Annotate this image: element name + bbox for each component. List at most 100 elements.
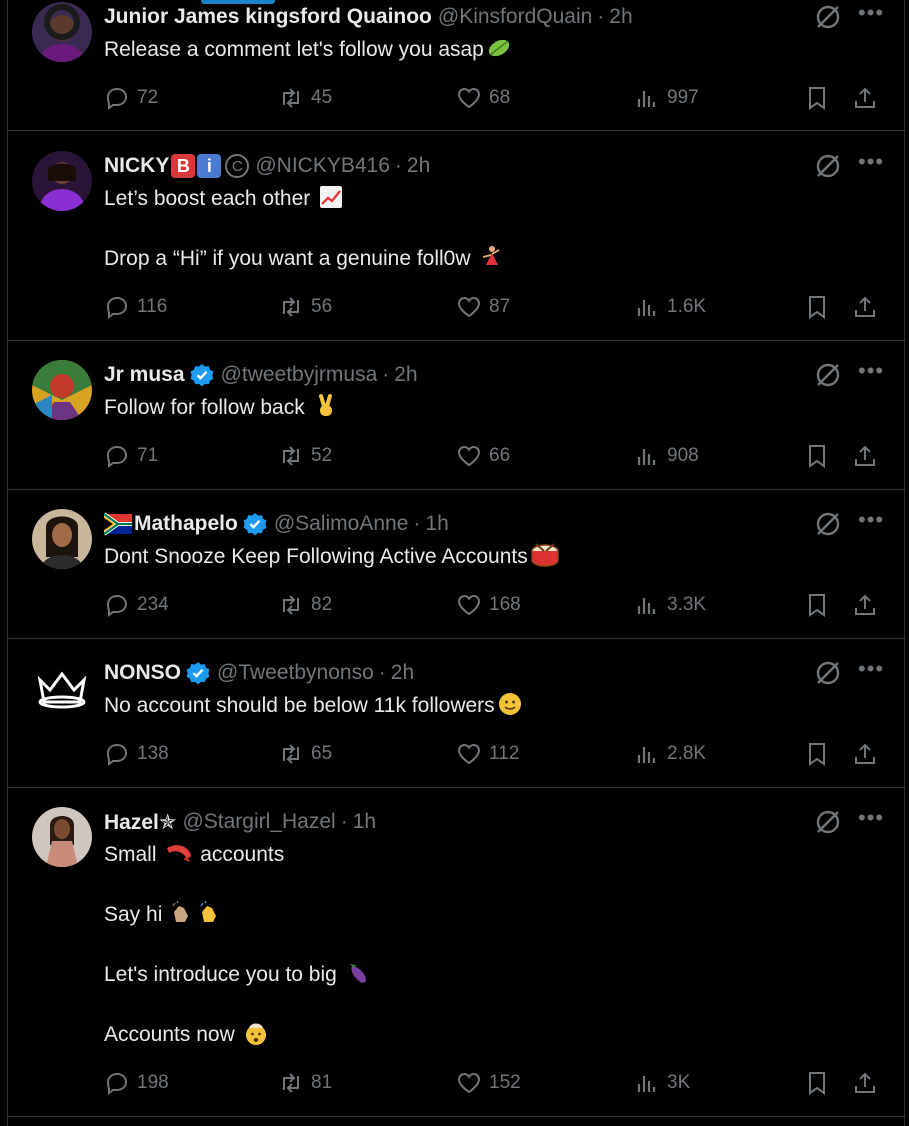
display-name[interactable]: NICKY xyxy=(104,154,169,178)
repost-icon xyxy=(283,297,299,317)
display-name[interactable]: NONSO xyxy=(104,661,181,685)
share-button[interactable] xyxy=(852,292,885,322)
repost-button[interactable]: 56 xyxy=(278,292,332,322)
share-button[interactable] xyxy=(852,83,885,113)
reply-button[interactable]: 198 xyxy=(104,1068,169,1098)
display-name[interactable]: Jr musa xyxy=(104,363,185,387)
reply-button[interactable]: 116 xyxy=(104,292,167,322)
repost-icon xyxy=(283,595,299,615)
grok-icon[interactable] xyxy=(813,658,843,688)
smiling-face-icon xyxy=(498,693,521,715)
display-name[interactable]: Mathapelo xyxy=(134,512,238,536)
timestamp[interactable]: 2h xyxy=(391,661,414,685)
views-button[interactable]: 3.3K xyxy=(634,590,706,620)
avatar[interactable] xyxy=(32,658,92,718)
avatar[interactable] xyxy=(32,509,92,569)
tweet[interactable]: Jr musa @tweetbyjrmusa · 2h Follow for f… xyxy=(8,341,906,490)
tweet-text: Dont Snooze Keep Following Active Accoun… xyxy=(104,542,560,572)
drum-icon xyxy=(531,543,559,567)
tweet[interactable]: NONSO @Tweetbynonso · 2h No account shou… xyxy=(8,639,906,788)
more-options-icon[interactable]: ••• xyxy=(858,807,883,837)
share-icon xyxy=(855,87,875,108)
more-options-icon[interactable]: ••• xyxy=(858,658,883,688)
share-button[interactable] xyxy=(852,1068,885,1098)
timeline: Junior James kingsford Quainoo @Kinsford… xyxy=(7,0,906,1126)
share-button[interactable] xyxy=(852,590,885,620)
bookmark-button[interactable] xyxy=(804,441,837,471)
bookmark-button[interactable] xyxy=(804,1068,837,1098)
views-icon xyxy=(637,449,656,465)
share-button[interactable] xyxy=(852,739,885,769)
heart-icon xyxy=(457,1072,481,1094)
bookmark-button[interactable] xyxy=(804,739,837,769)
copyright-badge: C xyxy=(225,154,250,178)
like-button[interactable]: 87 xyxy=(456,292,510,322)
grok-icon[interactable] xyxy=(813,2,843,32)
more-options-icon[interactable]: ••• xyxy=(858,151,883,181)
display-name[interactable]: Junior James kingsford Quainoo xyxy=(104,5,432,29)
like-button[interactable]: 112 xyxy=(456,739,519,769)
timestamp[interactable]: 2h xyxy=(394,363,417,387)
timestamp[interactable]: 2h xyxy=(609,5,632,29)
share-button[interactable] xyxy=(852,441,885,471)
repost-button[interactable]: 52 xyxy=(278,441,332,471)
reply-count: 234 xyxy=(137,594,169,615)
grok-icon[interactable] xyxy=(813,509,843,539)
views-button[interactable]: 997 xyxy=(634,83,699,113)
more-options-icon[interactable]: ••• xyxy=(858,360,883,390)
tweet-line: Release a comment let's follow you asap xyxy=(104,38,484,61)
reply-button[interactable]: 138 xyxy=(104,739,169,769)
avatar[interactable] xyxy=(32,2,92,62)
share-icon xyxy=(855,1072,875,1093)
like-button[interactable]: 68 xyxy=(456,83,510,113)
views-icon xyxy=(637,1076,656,1092)
like-count: 68 xyxy=(489,87,511,108)
views-button[interactable]: 1.6K xyxy=(634,292,706,322)
user-handle[interactable]: @SalimoAnne xyxy=(274,512,409,536)
timestamp[interactable]: 1h xyxy=(353,810,376,834)
repost-count: 52 xyxy=(311,445,333,466)
views-button[interactable]: 908 xyxy=(634,441,699,471)
user-handle[interactable]: @tweetbyjrmusa xyxy=(221,363,378,387)
views-icon xyxy=(637,747,656,763)
clapping-hands-icon xyxy=(172,900,189,922)
views-button[interactable]: 3K xyxy=(634,1068,690,1098)
repost-count: 45 xyxy=(311,87,333,108)
separator-dot: · xyxy=(394,154,402,177)
repost-button[interactable]: 65 xyxy=(278,739,332,769)
display-name[interactable]: Hazel✯ xyxy=(104,810,176,835)
bookmark-button[interactable] xyxy=(804,590,837,620)
tweet[interactable]: Junior James kingsford Quainoo @Kinsford… xyxy=(8,0,906,131)
user-handle[interactable]: @KinsfordQuain xyxy=(438,5,592,29)
like-button[interactable]: 152 xyxy=(456,1068,521,1098)
repost-button[interactable]: 81 xyxy=(278,1068,332,1098)
timestamp[interactable]: 1h xyxy=(425,512,448,536)
tweet[interactable]: Hazel✯ @Stargirl_Hazel · 1h Small accoun… xyxy=(8,788,906,1117)
tweet[interactable]: NICKY B i C @NICKYB416 · 2h Let’s boost … xyxy=(8,131,906,341)
avatar[interactable] xyxy=(32,360,92,420)
like-button[interactable]: 168 xyxy=(456,590,521,620)
tweet-header: Junior James kingsford Quainoo @Kinsford… xyxy=(104,2,633,32)
more-options-icon[interactable]: ••• xyxy=(858,509,883,539)
repost-button[interactable]: 82 xyxy=(278,590,332,620)
reply-button[interactable]: 71 xyxy=(104,441,158,471)
views-button[interactable]: 2.8K xyxy=(634,739,706,769)
grok-icon[interactable] xyxy=(813,807,843,837)
bookmark-button[interactable] xyxy=(804,83,837,113)
tweet[interactable]: Mathapelo @SalimoAnne · 1h Dont Snooze K… xyxy=(8,490,906,639)
grok-icon[interactable] xyxy=(813,151,843,181)
reply-button[interactable]: 72 xyxy=(104,83,158,113)
grok-icon[interactable] xyxy=(813,360,843,390)
like-button[interactable]: 66 xyxy=(456,441,510,471)
more-options-icon[interactable]: ••• xyxy=(858,2,883,32)
reply-button[interactable]: 234 xyxy=(104,590,169,620)
user-handle[interactable]: @NICKYB416 xyxy=(255,154,390,178)
repost-button[interactable]: 45 xyxy=(278,83,332,113)
timestamp[interactable]: 2h xyxy=(407,154,430,178)
bookmark-button[interactable] xyxy=(804,292,837,322)
user-handle[interactable]: @Tweetbynonso xyxy=(217,661,374,685)
avatar[interactable] xyxy=(32,807,92,867)
user-handle[interactable]: @Stargirl_Hazel xyxy=(182,810,335,834)
avatar[interactable] xyxy=(32,151,92,211)
share-icon xyxy=(855,594,875,615)
